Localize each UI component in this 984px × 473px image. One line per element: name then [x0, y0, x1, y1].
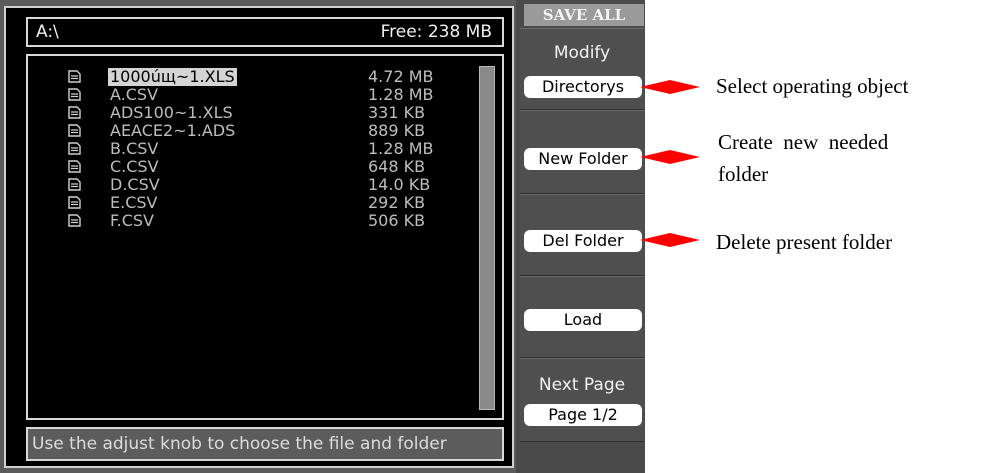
load-button[interactable]: Load	[520, 276, 644, 358]
file-row[interactable]: D.CSV 14.0 KB	[68, 176, 448, 194]
file-size: 1.28 MB	[368, 139, 434, 158]
file-list-scrollbar[interactable]	[479, 66, 495, 410]
free-space: Free: 238 MB	[380, 22, 492, 42]
create-annotation-line1: Create new needed	[718, 130, 889, 154]
file-size: 331 KB	[368, 103, 426, 122]
file-name: B.CSV	[110, 139, 159, 158]
file-size: 506 KB	[368, 211, 426, 230]
current-path: A:\	[36, 22, 59, 42]
softkey-menu: SAVE ALL Modify Directorys New Folder De…	[516, 0, 645, 473]
del-folder-button[interactable]: Del Folder	[520, 194, 644, 276]
new-folder-label: New Folder	[524, 148, 642, 170]
new-folder-button[interactable]: New Folder	[520, 110, 644, 194]
file-name: AEACE2~1.ADS	[110, 121, 236, 140]
pointer-arrow-icon	[640, 80, 700, 94]
file-row[interactable]: F.CSV 506 KB	[68, 212, 448, 230]
file-name: F.CSV	[110, 211, 154, 230]
pointer-arrow-icon	[640, 150, 700, 164]
file-row[interactable]: ADS100~1.XLS 331 KB	[68, 104, 448, 122]
file-size: 292 KB	[368, 193, 426, 212]
file-size: 889 KB	[368, 121, 426, 140]
modify-value: Directorys	[524, 76, 642, 98]
file-name: C.CSV	[110, 157, 159, 176]
load-label: Load	[524, 309, 642, 331]
status-hint: Use the adjust knob to choose the file a…	[26, 427, 504, 461]
file-name: ADS100~1.XLS	[110, 103, 233, 122]
next-page-softkey[interactable]: Next Page Page 1/2	[520, 358, 644, 442]
file-size: 4.72 MB	[368, 67, 434, 86]
file-row[interactable]: AEACE2~1.ADS 889 KB	[68, 122, 448, 140]
modify-softkey[interactable]: Modify Directorys	[520, 28, 644, 110]
file-size: 648 KB	[368, 157, 426, 176]
file-icon	[68, 160, 81, 173]
select-annotation: Select operating object	[716, 74, 909, 98]
file-icon	[68, 196, 81, 209]
menu-title: SAVE ALL	[524, 4, 644, 26]
file-icon	[68, 178, 81, 191]
del-folder-label: Del Folder	[524, 230, 642, 252]
file-name: E.CSV	[110, 193, 158, 212]
file-size: 1.28 MB	[368, 85, 434, 104]
file-row[interactable]: B.CSV 1.28 MB	[68, 140, 448, 158]
path-bar: A:\ Free: 238 MB	[26, 17, 504, 47]
file-icon	[68, 70, 81, 83]
file-size: 14.0 KB	[368, 175, 431, 194]
oscilloscope-screen: A:\ Free: 238 MB 1000úщ~1.XLS 4.72 MB A.…	[0, 0, 645, 473]
page-indicator: Page 1/2	[524, 404, 642, 426]
delete-annotation: Delete present folder	[716, 230, 893, 254]
modify-label: Modify	[553, 43, 611, 63]
file-name: D.CSV	[110, 175, 160, 194]
create-annotation-line2: folder	[718, 162, 769, 186]
file-icon	[68, 142, 81, 155]
file-name: A.CSV	[110, 85, 159, 104]
file-icon	[68, 106, 81, 119]
file-icon	[68, 214, 81, 227]
file-row[interactable]: 1000úщ~1.XLS 4.72 MB	[68, 68, 448, 86]
next-page-label: Next Page	[538, 375, 626, 395]
pointer-arrow-icon	[640, 233, 700, 247]
file-row[interactable]: C.CSV 648 KB	[68, 158, 448, 176]
file-name: 1000úщ~1.XLS	[108, 67, 237, 86]
file-row[interactable]: A.CSV 1.28 MB	[68, 86, 448, 104]
file-list[interactable]: 1000úщ~1.XLS 4.72 MB A.CSV 1.28 MB ADS10…	[26, 54, 504, 420]
file-icon	[68, 88, 81, 101]
file-icon	[68, 124, 81, 137]
file-row[interactable]: E.CSV 292 KB	[68, 194, 448, 212]
